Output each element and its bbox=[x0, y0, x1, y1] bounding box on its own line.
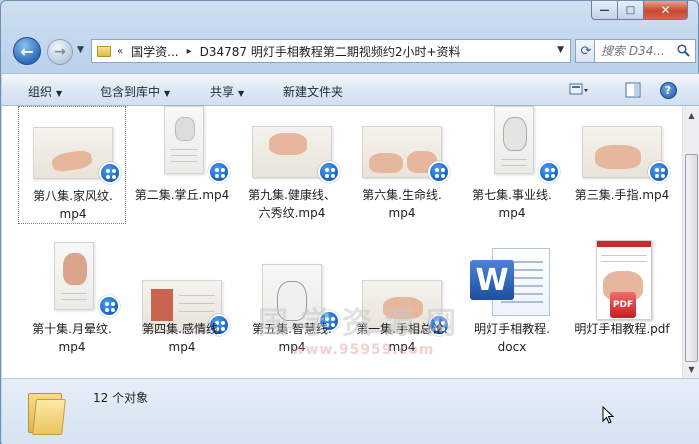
file-name: 第一集.手相总论. mp4 bbox=[356, 322, 448, 354]
item-count: 12 个对象 bbox=[93, 391, 149, 405]
share-label: 共享 bbox=[210, 85, 235, 99]
command-bar: 组织 ▼ 包含到库中 ▼ 共享 ▼ 新建文件夹 ? bbox=[2, 73, 699, 106]
video-player-icon bbox=[318, 161, 340, 183]
navigation-bar: ← → ▼ « 国学资... ▸ D34787 明灯手相教程第二期视频约2小时+… bbox=[9, 35, 696, 65]
folder-icon bbox=[28, 387, 66, 435]
file-item[interactable]: W 明灯手相教程. docx bbox=[458, 240, 566, 358]
breadcrumb-segment-current[interactable]: D34787 明灯手相教程第二期视频约2小时+资料 bbox=[200, 43, 461, 60]
vertical-scrollbar[interactable]: ▲ ▼ bbox=[682, 106, 699, 378]
file-name: 第五集.智慧线. mp4 bbox=[252, 322, 332, 354]
file-item[interactable]: PDF 明灯手相教程.pdf bbox=[568, 240, 676, 358]
file-name: 第七集.事业线. mp4 bbox=[472, 188, 552, 220]
new-folder-button[interactable]: 新建文件夹 bbox=[283, 83, 343, 100]
chevron-down-icon: ▼ bbox=[238, 89, 245, 98]
file-item[interactable]: 第六集.生命线. mp4 bbox=[348, 106, 456, 224]
include-in-library-label: 包含到库中 bbox=[100, 85, 161, 99]
organize-label: 组织 bbox=[28, 85, 53, 99]
search-icon[interactable] bbox=[677, 44, 690, 57]
chevron-down-icon: ▼ bbox=[77, 45, 84, 55]
file-name: 明灯手相教程. docx bbox=[474, 322, 550, 354]
minimize-button[interactable]: — bbox=[591, 1, 618, 20]
mouse-cursor-icon bbox=[602, 406, 614, 424]
chevron-down-icon[interactable]: ▼ bbox=[557, 45, 564, 55]
search-input[interactable] bbox=[601, 44, 679, 58]
video-thumbnail bbox=[494, 106, 534, 174]
file-name: 明灯手相教程.pdf bbox=[574, 322, 670, 336]
preview-pane-icon bbox=[625, 82, 641, 98]
breadcrumb-overflow[interactable]: « bbox=[117, 46, 123, 57]
video-thumbnail bbox=[54, 242, 94, 310]
file-item[interactable]: 第四集.感情线. mp4 bbox=[128, 240, 236, 358]
file-name: 第八集.家风纹. mp4 bbox=[33, 189, 113, 221]
chevron-down-icon: ▼ bbox=[164, 89, 171, 98]
change-view-button[interactable] bbox=[568, 80, 590, 100]
scrollbar-thumb[interactable] bbox=[685, 154, 698, 362]
caption-buttons: — □ ✕ bbox=[591, 1, 688, 20]
video-player-icon bbox=[98, 295, 120, 317]
preview-pane-button[interactable] bbox=[622, 80, 644, 100]
file-item[interactable]: 第一集.手相总论. mp4 bbox=[348, 240, 456, 358]
back-button[interactable]: ← bbox=[13, 37, 41, 65]
details-pane: 12 个对象 bbox=[2, 378, 699, 444]
video-player-icon bbox=[208, 161, 230, 183]
explorer-window: — □ ✕ ← → ▼ « 国学资... ▸ D34787 明灯手相教程第二期视… bbox=[0, 0, 699, 444]
recent-pages-dropdown[interactable]: ▼ bbox=[77, 45, 87, 55]
file-name: 第九集.健康线、 六秀纹.mp4 bbox=[248, 188, 336, 220]
breadcrumb-separator[interactable]: ▸ bbox=[187, 46, 192, 57]
file-name: 第三集.手指.mp4 bbox=[574, 188, 670, 202]
file-item[interactable]: 第二集.掌丘.mp4 bbox=[128, 106, 236, 224]
include-in-library-menu[interactable]: 包含到库中 ▼ bbox=[100, 83, 170, 100]
video-player-icon bbox=[428, 161, 450, 183]
forward-button[interactable]: → bbox=[47, 39, 73, 65]
pdf-badge-icon: PDF bbox=[610, 292, 636, 318]
video-player-icon bbox=[99, 162, 121, 184]
scroll-down-icon[interactable]: ▼ bbox=[685, 362, 698, 376]
help-icon: ? bbox=[659, 81, 677, 99]
help-button[interactable]: ? bbox=[657, 80, 679, 100]
address-bar[interactable]: « 国学资... ▸ D34787 明灯手相教程第二期视频约2小时+资料 ▼ bbox=[91, 39, 571, 63]
chevron-down-icon: ▼ bbox=[56, 89, 63, 98]
arrow-right-icon: → bbox=[54, 44, 66, 60]
file-name: 第四集.感情线. mp4 bbox=[142, 322, 222, 354]
maximize-button[interactable]: □ bbox=[618, 1, 644, 20]
search-box bbox=[594, 39, 696, 63]
file-item[interactable]: 第九集.健康线、 六秀纹.mp4 bbox=[238, 106, 346, 224]
refresh-icon: ⟳ bbox=[580, 43, 592, 59]
video-thumbnail bbox=[164, 106, 204, 174]
arrow-left-icon: ← bbox=[20, 41, 34, 61]
video-player-icon bbox=[538, 161, 560, 183]
file-item[interactable]: 第三集.手指.mp4 bbox=[568, 106, 676, 224]
video-thumbnail bbox=[262, 264, 322, 328]
scroll-up-icon[interactable]: ▲ bbox=[685, 108, 698, 122]
file-item[interactable]: 第八集.家风纹. mp4 bbox=[18, 106, 126, 224]
file-name: 第二集.掌丘.mp4 bbox=[134, 188, 230, 202]
organize-menu[interactable]: 组织 ▼ bbox=[28, 83, 62, 100]
file-item[interactable]: 第七集.事业线. mp4 bbox=[458, 106, 566, 224]
video-player-icon bbox=[648, 161, 670, 183]
file-name: 第十集.月晕纹. mp4 bbox=[32, 322, 112, 354]
view-icon bbox=[569, 83, 588, 95]
word-document-icon: W bbox=[470, 246, 554, 316]
file-item[interactable]: 第十集.月晕纹. mp4 bbox=[18, 240, 126, 358]
file-item[interactable]: 第五集.智慧线. mp4 bbox=[238, 240, 346, 358]
file-name: 第六集.生命线. mp4 bbox=[362, 188, 442, 220]
share-menu[interactable]: 共享 ▼ bbox=[210, 83, 244, 100]
folder-icon bbox=[97, 45, 111, 57]
file-list[interactable]: 第八集.家风纹.mp4 第二集.掌丘.mp4 第九集.健康线、六秀纹.mp4 bbox=[2, 106, 699, 378]
breadcrumb-segment-parent[interactable]: 国学资... bbox=[131, 43, 178, 60]
close-button[interactable]: ✕ bbox=[644, 1, 688, 20]
